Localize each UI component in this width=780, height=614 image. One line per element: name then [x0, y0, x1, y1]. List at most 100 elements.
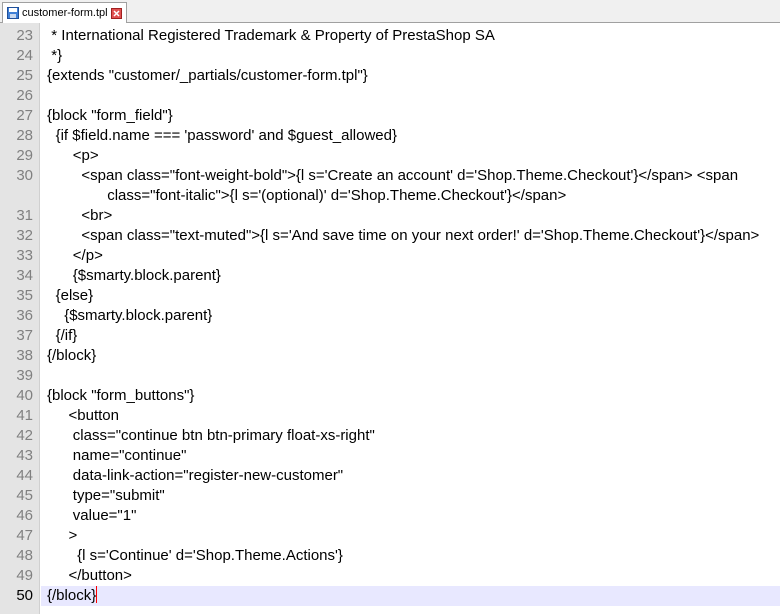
line-number: 44 [16, 467, 33, 484]
code-text: {/block} [47, 347, 97, 364]
line-number: 48 [16, 547, 33, 564]
line-number: 26 [16, 87, 33, 104]
code-area: </button> [41, 566, 780, 586]
code-line[interactable]: 25 {extends "customer/_partials/customer-… [0, 66, 780, 86]
code-line[interactable]: 50 {/block} [0, 586, 780, 606]
code-text: * International Registered Trademark & P… [51, 27, 495, 44]
line-number: 49 [16, 567, 33, 584]
text-caret [96, 586, 98, 603]
code-line[interactable]: 30 <span class="font-weight-bold">{l s='C… [0, 166, 780, 206]
code-line[interactable]: 39 [0, 366, 780, 386]
code-area: name="continue" [41, 446, 780, 466]
code-line[interactable]: 43 name="continue" [0, 446, 780, 466]
code-line[interactable]: 24 *} [0, 46, 780, 66]
line-number: 42 [16, 427, 33, 444]
code-line[interactable]: 23 * International Registered Trademark &… [0, 26, 780, 46]
code-area: {$smarty.block.parent} [41, 266, 780, 286]
code-line[interactable]: 26 [0, 86, 780, 106]
line-number: 23 [16, 27, 33, 44]
code-area: data-link-action="register-new-customer" [41, 466, 780, 486]
tab-customer-form[interactable]: customer-form.tpl [2, 2, 127, 23]
code-text: {if $field.name === 'password' and $gues… [55, 127, 397, 144]
code-area [41, 86, 780, 106]
line-number: 40 [16, 387, 33, 404]
line-number: 28 [16, 127, 33, 144]
line-number: 27 [16, 107, 33, 124]
code-area: *} [41, 46, 780, 66]
code-area: {else} [41, 286, 780, 306]
code-text: <p> [72, 147, 99, 164]
code-line[interactable]: 31 <br> [0, 206, 780, 226]
close-icon[interactable] [110, 7, 122, 19]
code-area [41, 366, 780, 386]
code-line[interactable]: 34 {$smarty.block.parent} [0, 266, 780, 286]
code-text: value="1" [72, 507, 137, 524]
code-editor[interactable]: 23 * International Registered Trademark &… [0, 23, 780, 614]
line-number: 35 [16, 287, 33, 304]
code-area: {$smarty.block.parent} [41, 306, 780, 326]
code-line[interactable]: 41 <button [0, 406, 780, 426]
code-line[interactable]: 37 {/if} [0, 326, 780, 346]
code-area: type="submit" [41, 486, 780, 506]
code-text: <span class="text-muted">{l s='And save … [81, 227, 760, 244]
code-text: type="submit" [72, 487, 165, 504]
line-number: 31 [16, 207, 33, 224]
code-text: {$smarty.block.parent} [64, 307, 213, 324]
code-line[interactable]: 46 value="1" [0, 506, 780, 526]
code-text: name="continue" [72, 447, 187, 464]
code-text: <br> [81, 207, 113, 224]
code-lines: 23 * International Registered Trademark &… [0, 26, 780, 606]
code-area: {/block} [41, 586, 780, 606]
code-text: {extends "customer/_partials/customer-fo… [47, 67, 368, 84]
code-text: </button> [68, 567, 132, 584]
code-text: {block "form_buttons"} [47, 387, 195, 404]
code-area: <span class="text-muted">{l s='And save … [41, 226, 780, 246]
code-area: <span class="font-weight-bold">{l s='Cre… [41, 166, 780, 206]
code-text: {/if} [55, 327, 78, 344]
code-line[interactable]: 33 </p> [0, 246, 780, 266]
code-area: <br> [41, 206, 780, 226]
line-number: 45 [16, 487, 33, 504]
code-text: <span class="font-weight-bold">{l s='Cre… [81, 167, 739, 184]
line-number: 30 [16, 167, 33, 184]
line-number: 47 [16, 527, 33, 544]
code-text: class="continue btn btn-primary float-xs… [72, 427, 375, 444]
code-line[interactable]: 49 </button> [0, 566, 780, 586]
tab-label: customer-form.tpl [22, 7, 108, 19]
code-text: {l s='Continue' d='Shop.Theme.Actions'} [77, 547, 343, 564]
code-area: class="continue btn btn-primary float-xs… [41, 426, 780, 446]
code-area: <p> [41, 146, 780, 166]
code-text: data-link-action="register-new-customer" [72, 467, 344, 484]
line-number: 25 [16, 67, 33, 84]
code-area: {if $field.name === 'password' and $gues… [41, 126, 780, 146]
tab-bar: customer-form.tpl [0, 0, 780, 23]
code-line[interactable]: 29 <p> [0, 146, 780, 166]
code-line[interactable]: 27 {block "form_field"} [0, 106, 780, 126]
code-line[interactable]: 36 {$smarty.block.parent} [0, 306, 780, 326]
code-line[interactable]: 32 <span class="text-muted">{l s='And sav… [0, 226, 780, 246]
code-line[interactable]: 45 type="submit" [0, 486, 780, 506]
code-area: {extends "customer/_partials/customer-fo… [41, 66, 780, 86]
code-text: {$smarty.block.parent} [72, 267, 221, 284]
code-text: {else} [55, 287, 94, 304]
code-area: </p> [41, 246, 780, 266]
code-line[interactable]: 35 {else} [0, 286, 780, 306]
line-number: 32 [16, 227, 33, 244]
code-line[interactable]: 47 > [0, 526, 780, 546]
code-text: {/block} [47, 586, 98, 604]
code-text: > [68, 527, 78, 544]
code-text: {block "form_field"} [47, 107, 173, 124]
code-area: <button [41, 406, 780, 426]
code-line[interactable]: 40 {block "form_buttons"} [0, 386, 780, 406]
code-line[interactable]: 28 {if $field.name === 'password' and $gu… [0, 126, 780, 146]
code-line[interactable]: 42 class="continue btn btn-primary float-… [0, 426, 780, 446]
code-area: {block "form_field"} [41, 106, 780, 126]
code-line[interactable]: 44 data-link-action="register-new-custome… [0, 466, 780, 486]
line-number: 24 [16, 47, 33, 64]
code-area: {block "form_buttons"} [41, 386, 780, 406]
code-line[interactable]: 38 {/block} [0, 346, 780, 366]
line-number: 36 [16, 307, 33, 324]
line-number: 39 [16, 367, 33, 384]
line-number: 37 [16, 327, 33, 344]
code-line[interactable]: 48 {l s='Continue' d='Shop.Theme.Actions'… [0, 546, 780, 566]
